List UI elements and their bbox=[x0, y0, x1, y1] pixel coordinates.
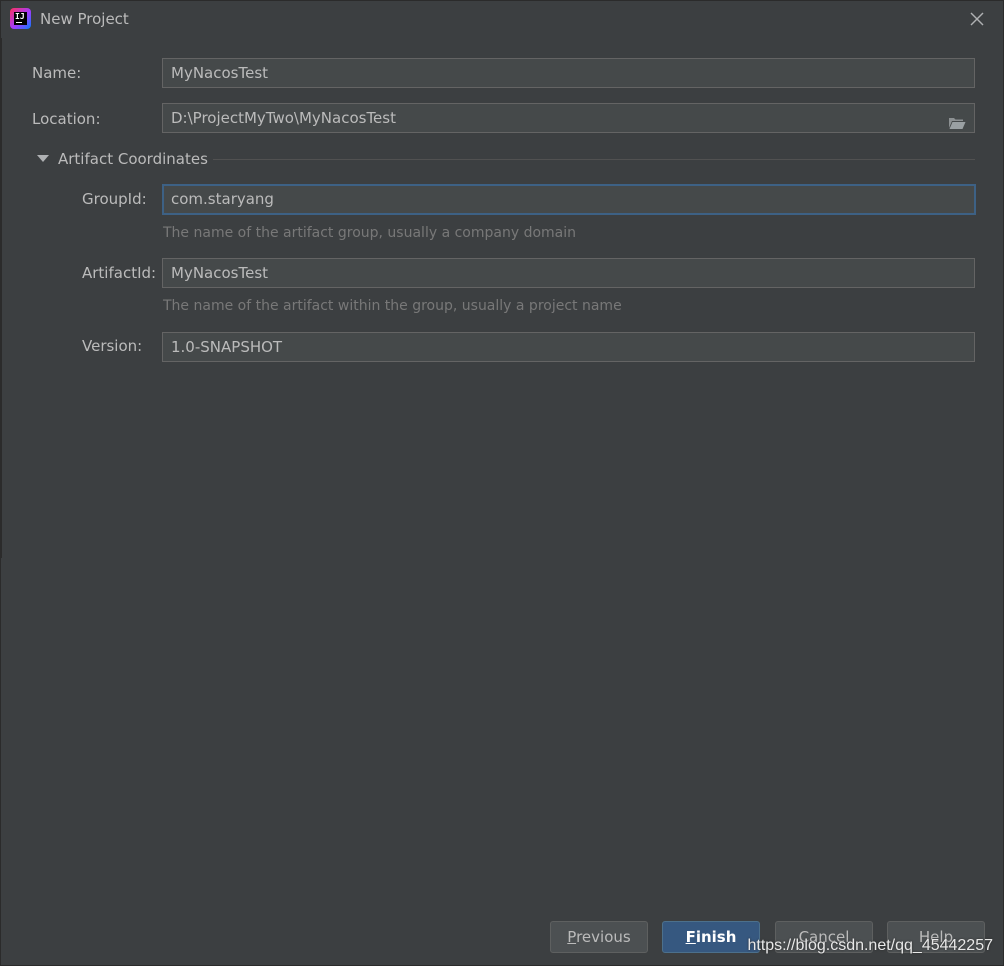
close-icon[interactable] bbox=[967, 9, 987, 29]
previous-mnemonic: P bbox=[567, 928, 577, 946]
artifact-coordinates-label: Artifact Coordinates bbox=[58, 150, 208, 168]
groupid-hint: The name of the artifact group, usually … bbox=[163, 225, 576, 241]
artifactid-input[interactable]: MyNacosTest bbox=[162, 258, 975, 288]
title-bar[interactable]: IJ New Project bbox=[1, 1, 1003, 38]
name-label: Name: bbox=[32, 64, 82, 82]
artifactid-label: ArtifactId: bbox=[82, 264, 157, 282]
location-label: Location: bbox=[32, 110, 101, 128]
folder-icon[interactable] bbox=[948, 111, 966, 129]
finish-label: inish bbox=[695, 928, 737, 946]
name-input[interactable]: MyNacosTest bbox=[162, 58, 975, 88]
finish-mnemonic: F bbox=[685, 928, 696, 946]
location-value: D:\ProjectMyTwo\MyNacosTest bbox=[171, 109, 396, 127]
window-title: New Project bbox=[40, 10, 129, 28]
location-input[interactable]: D:\ProjectMyTwo\MyNacosTest bbox=[162, 103, 975, 133]
form-area: Name: MyNacosTest Location: D:\ProjectMy… bbox=[1, 38, 1003, 558]
groupid-input[interactable]: com.staryang bbox=[162, 184, 976, 215]
version-label: Version: bbox=[82, 337, 143, 355]
previous-label: revious bbox=[576, 928, 631, 946]
previous-button[interactable]: Previous bbox=[550, 921, 648, 953]
intellij-idea-icon: IJ bbox=[10, 8, 31, 29]
section-divider bbox=[213, 159, 975, 160]
artifactid-hint: The name of the artifact within the grou… bbox=[163, 298, 622, 314]
groupid-label: GroupId: bbox=[82, 190, 147, 208]
finish-button[interactable]: Finish bbox=[662, 921, 760, 953]
triangle-down-icon bbox=[37, 155, 49, 162]
watermark-text: https://blog.csdn.net/qq_45442257 bbox=[747, 937, 993, 954]
new-project-dialog: IJ New Project Name: MyNacosTest Locatio… bbox=[0, 0, 1004, 966]
version-input[interactable]: 1.0-SNAPSHOT bbox=[162, 332, 975, 362]
